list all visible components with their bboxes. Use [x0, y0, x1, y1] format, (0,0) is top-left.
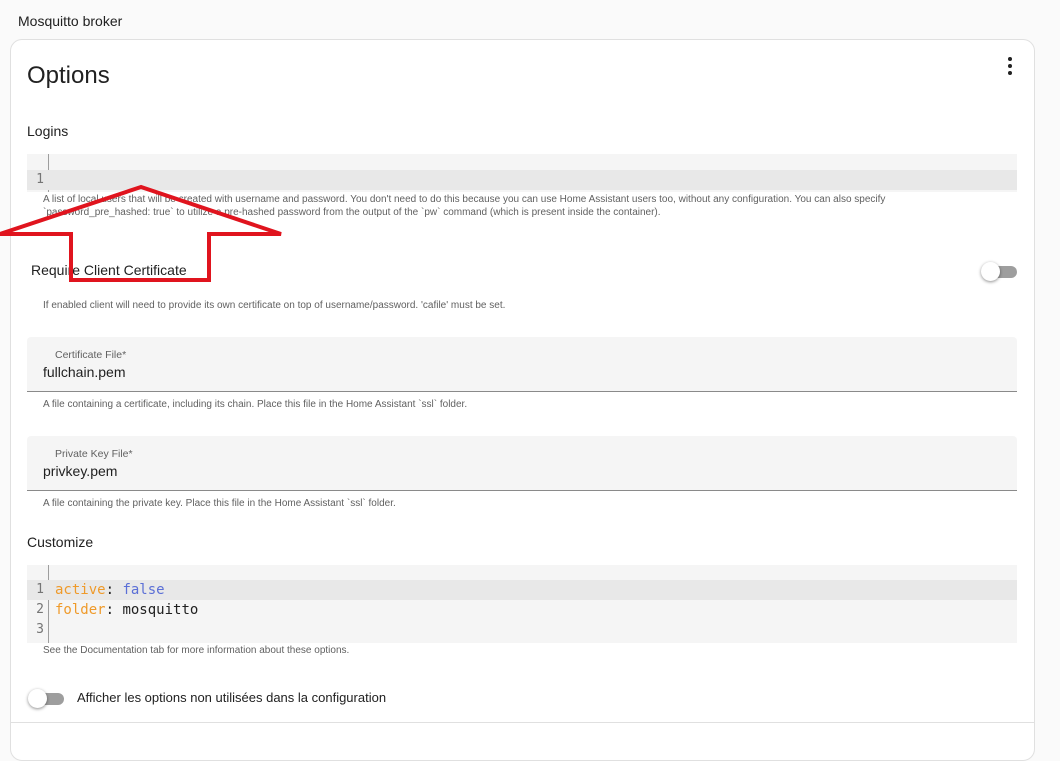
kebab-menu-icon[interactable] — [1000, 56, 1020, 76]
logins-code-editor[interactable]: 1 — [27, 154, 1017, 192]
card-title: Options — [27, 62, 110, 89]
require-cert-label: Require Client Certificate — [31, 262, 187, 278]
private-key-label: Private Key File* — [55, 448, 133, 460]
require-cert-helper: If enabled client will need to provide i… — [43, 300, 506, 311]
show-unused-toggle[interactable] — [28, 688, 64, 708]
toggle-thumb — [981, 262, 1000, 281]
private-key-value[interactable]: privkey.pem — [43, 463, 117, 479]
yaml-value: mosquitto — [122, 602, 199, 618]
yaml-key: active — [55, 582, 106, 598]
line-number: 1 — [36, 582, 44, 597]
yaml-separator: : — [105, 582, 123, 598]
customize-helper: See the Documentation tab for more infor… — [43, 645, 350, 656]
certificate-file-helper: A file containing a certificate, includi… — [43, 399, 468, 410]
certificate-file-field[interactable]: Certificate File* fullchain.pem — [27, 337, 1017, 392]
customize-code-editor[interactable]: 1 active: false 2 folder: mosquitto 3 — [27, 565, 1017, 643]
logins-code-line[interactable]: 1 — [27, 170, 1017, 190]
line-number: 1 — [36, 172, 44, 187]
code-line-3[interactable]: 3 — [27, 620, 1017, 640]
logins-label: Logins — [27, 123, 69, 139]
line-number: 3 — [36, 622, 44, 637]
private-key-field[interactable]: Private Key File* privkey.pem — [27, 436, 1017, 491]
logins-helper-line1: A list of local users that will be creat… — [43, 194, 886, 205]
yaml-key: folder — [55, 602, 106, 618]
line-number: 2 — [36, 602, 44, 617]
customize-label: Customize — [27, 534, 94, 550]
yaml-value: false — [122, 582, 165, 598]
toggle-thumb — [28, 689, 47, 708]
code-line-2[interactable]: 2 folder: mosquitto — [27, 600, 1017, 620]
card-divider — [11, 722, 1034, 723]
private-key-helper: A file containing the private key. Place… — [43, 498, 396, 509]
logins-helper: A list of local users that will be creat… — [43, 193, 1003, 219]
certificate-file-label: Certificate File* — [55, 349, 127, 361]
logins-helper-line2: `password_pre_hashed: true` to utilize a… — [43, 207, 661, 218]
yaml-separator: : — [105, 602, 123, 618]
options-card: Options Logins 1 A list of local users t… — [10, 39, 1035, 761]
require-cert-toggle[interactable] — [981, 261, 1017, 281]
app-title: Mosquitto broker — [18, 13, 123, 29]
certificate-file-value[interactable]: fullchain.pem — [43, 364, 126, 380]
show-unused-label: Afficher les options non utilisées dans … — [77, 690, 387, 705]
code-line-1[interactable]: 1 active: false — [27, 580, 1017, 600]
